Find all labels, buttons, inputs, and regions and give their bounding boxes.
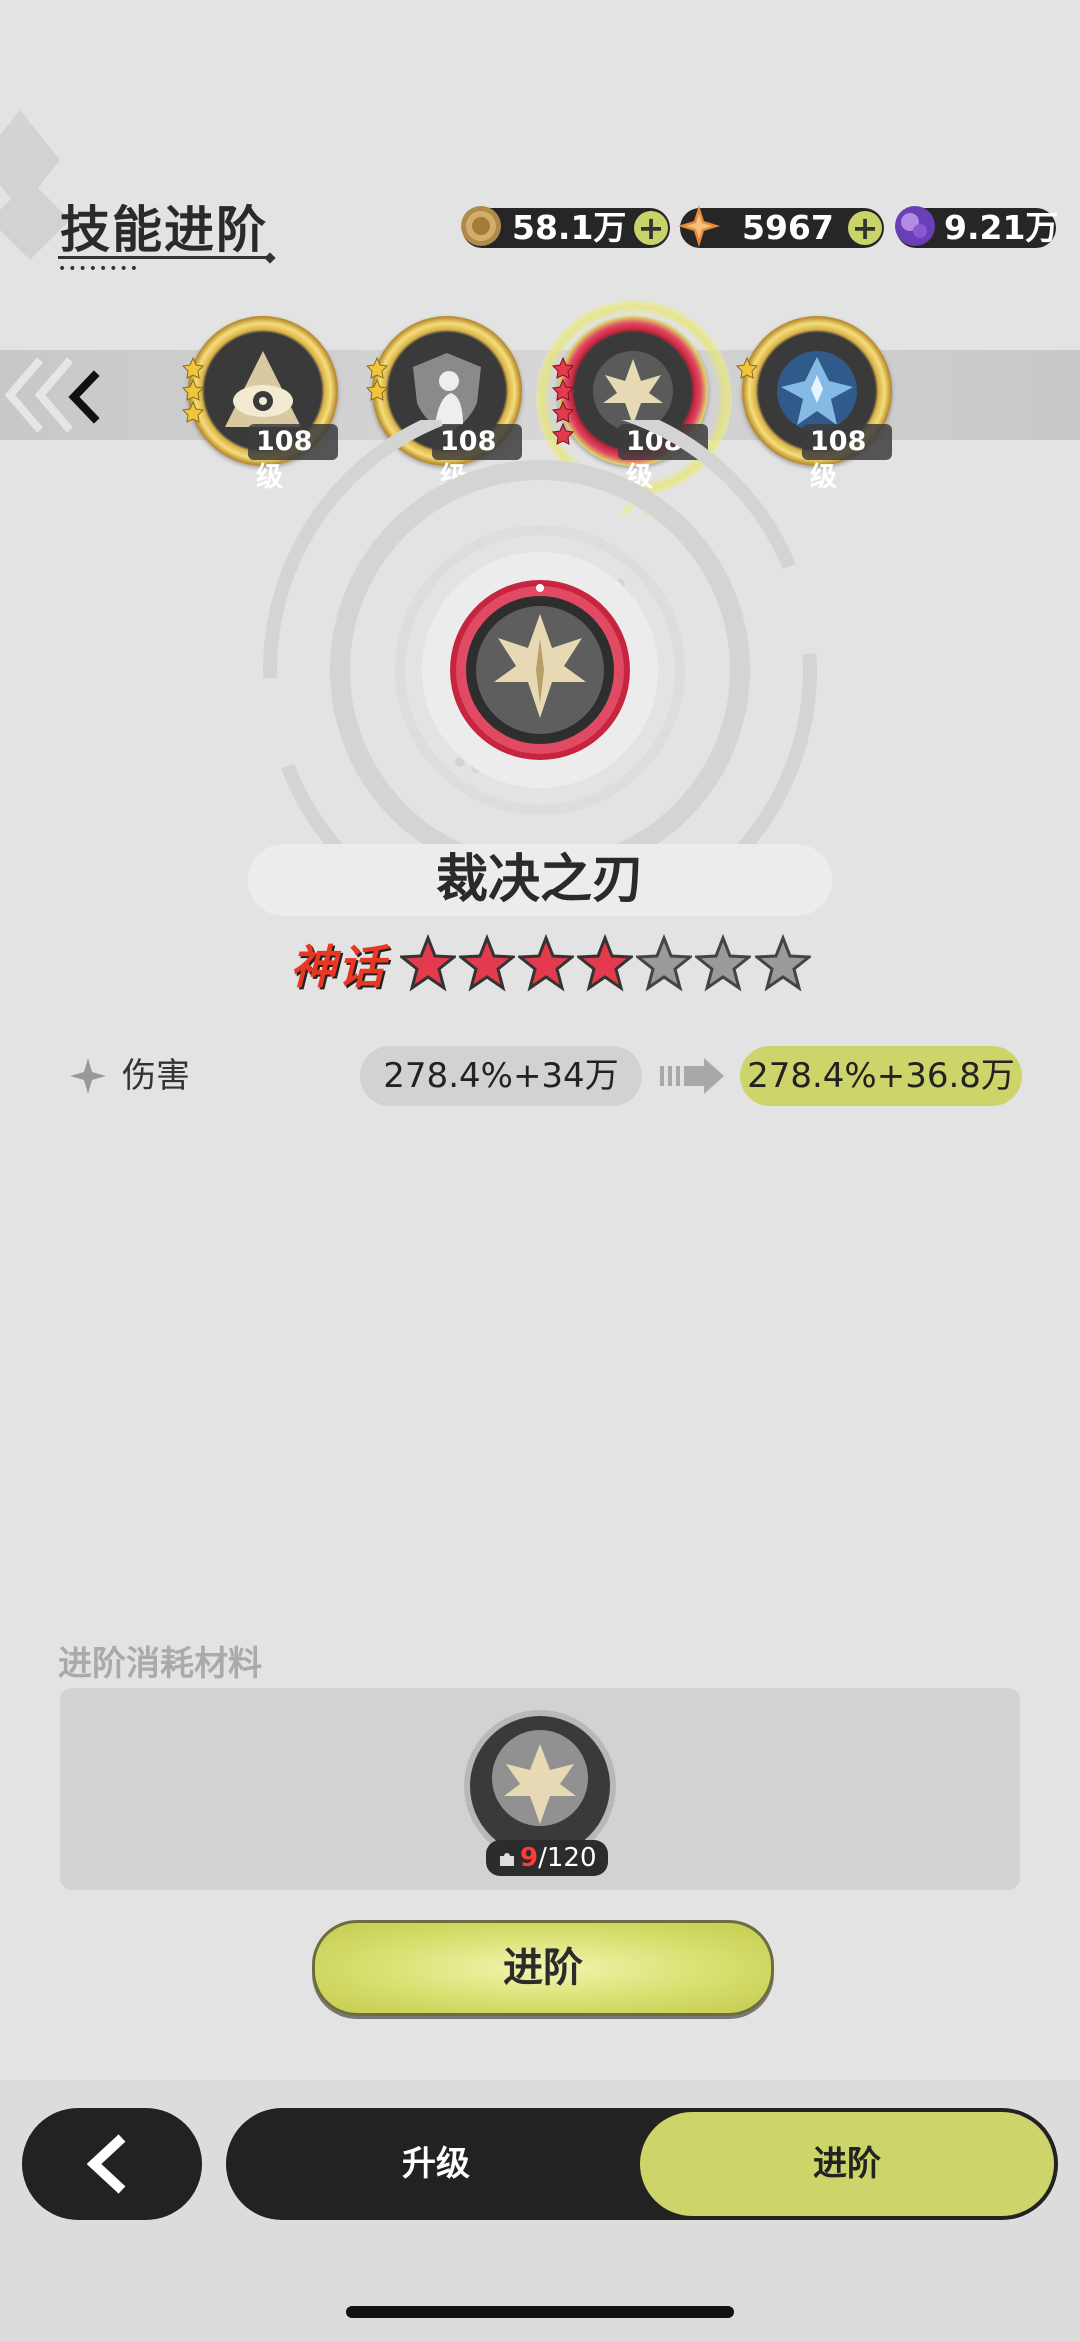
skill-stars-2	[365, 356, 389, 401]
page-title: 技能进阶	[60, 201, 268, 259]
materials-label: 进阶消耗材料	[58, 1644, 262, 1684]
back-button[interactable]	[22, 2108, 202, 2220]
main-skill-icon	[450, 580, 630, 760]
star-filled-icon	[575, 933, 636, 992]
crystal-icon	[895, 206, 935, 246]
add-star-shard-button[interactable]: +	[848, 211, 882, 245]
skill-star-rating	[397, 933, 813, 998]
arrow-right-icon	[660, 1058, 724, 1094]
star-filled-icon	[457, 933, 518, 992]
home-indicator[interactable]	[346, 2306, 734, 2318]
stat-label: 伤害	[122, 1056, 190, 1096]
currency-star-shard: 5967 +	[678, 205, 884, 248]
star-empty-icon	[752, 933, 813, 992]
stat-next-value: 278.4%+36.8万	[740, 1046, 1022, 1106]
advance-button-label: 进阶	[503, 1945, 583, 1991]
star-empty-icon	[693, 933, 754, 992]
rarity-label: 神话	[290, 940, 386, 994]
sparkle-icon	[70, 1058, 106, 1094]
currency-coin: 58.1万 +	[461, 206, 670, 248]
crystal-value: 9.21万	[944, 208, 1059, 247]
star-shard-value: 5967	[742, 208, 834, 247]
tab-advance-label: 进阶	[813, 2144, 881, 2184]
material-count-badge: 9/120	[486, 1840, 609, 1876]
tab-upgrade[interactable]: 升级	[226, 2108, 646, 2220]
skill-name: 裁决之刃	[435, 850, 644, 910]
currency-crystal: 9.21万	[895, 206, 1059, 248]
puzzle-piece-icon	[500, 1853, 514, 1866]
back-arrow-icon	[86, 2134, 126, 2194]
star-empty-icon	[634, 933, 695, 992]
previous-skill-arrow-icon[interactable]	[60, 362, 110, 432]
star-filled-icon	[516, 933, 577, 992]
coin-value: 58.1万	[512, 208, 627, 247]
stat-current-value: 278.4%+34万	[360, 1046, 642, 1106]
title-dots-decoration: ••••••••	[58, 261, 141, 277]
material-need: /120	[538, 1843, 597, 1873]
skill-stars-1	[735, 356, 759, 379]
title-underline	[58, 256, 268, 259]
star-shard-icon	[678, 205, 720, 247]
coin-icon	[461, 206, 501, 246]
add-coin-button[interactable]: +	[634, 211, 668, 245]
material-have: 9	[520, 1843, 539, 1873]
star-filled-icon	[397, 933, 459, 992]
skill-stars-3	[181, 356, 205, 423]
